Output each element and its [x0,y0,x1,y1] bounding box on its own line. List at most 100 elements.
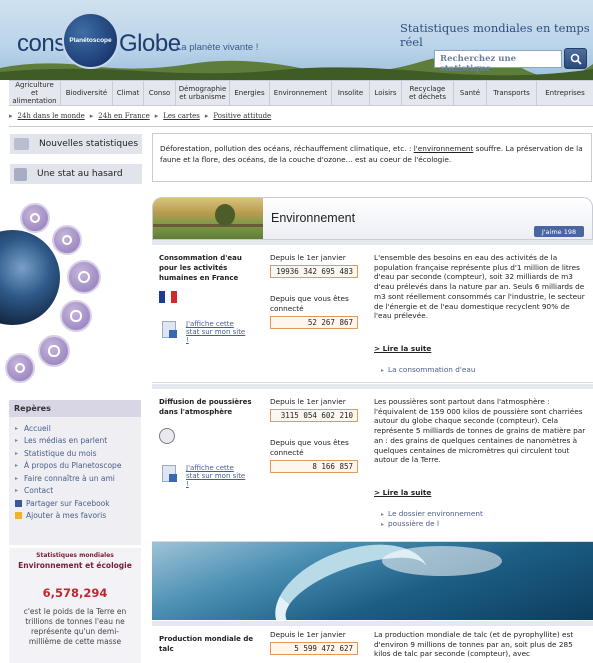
nav-item-energies[interactable]: Energies [230,80,270,106]
logo-text-globe[interactable]: Globe [119,30,181,58]
random-stat-button[interactable]: Une stat au hasard [10,164,142,184]
divider [9,126,593,127]
facebook-like-button[interactable]: J'aime 198 [534,226,584,237]
nav-item-entreprises[interactable]: Entreprises [537,80,593,106]
globe-icon [159,428,175,444]
featured-stat-text: c'est le poids de la Terre en trillions … [23,607,127,646]
arrow-icon: ▸ [89,112,94,120]
globe-icon[interactable] [52,225,82,255]
counter-since-january: 3115 054 602 210 [270,409,358,422]
share-widget[interactable]: J'affiche cette stat sur mon site ! [162,462,252,490]
nav-item-transports[interactable]: Transports [487,80,537,106]
target-icon[interactable] [67,260,101,294]
arrow-icon: ▸ [154,112,159,120]
stat-description: L'ensemble des besoins en eau des activi… [374,253,585,321]
stat-block: Production mondiale de talc Depuis le 1e… [152,621,593,663]
star-icon [15,512,22,520]
intro-text: Déforestation, pollution des océans, réc… [160,144,414,153]
embed-icon [162,465,177,482]
site-header: conso Planétoscope Globe La planète viva… [0,0,593,80]
flower-icon[interactable] [5,353,35,383]
reperes-item-accueil[interactable]: ▸ Accueil [15,422,141,435]
section-title: Environnement [271,211,356,225]
reperes-panel: Repères ▸ Accueil ▸ Les médias en parlent … [9,400,141,545]
environment-header: Environnement J'aime 198 [152,197,593,240]
category-bubbles [0,195,140,390]
main-nav: Agriculture et alimentation Biodiversité… [9,80,593,106]
nav-item-demographie[interactable]: Démographie et urbanisme [176,80,230,106]
share-link[interactable]: J'affiche cette stat sur mon site ! [186,320,248,344]
search-icon [570,53,582,65]
intro-link[interactable]: l'environnement [414,144,474,153]
nav-item-conso[interactable]: Conso [144,80,176,106]
since-connected-label: Depuis que vous êtes connecté [270,438,349,457]
stat-description: La production mondiale de talc (et de py… [374,630,574,659]
france-flag-icon [159,291,177,303]
reperes-item-stat-mois[interactable]: ▸ Statistique du mois [15,447,141,460]
tree-icon[interactable] [38,335,70,367]
nav-item-recyclage[interactable]: Recyclage et déchets [402,80,454,106]
counter-since-connected: 52 267 867 [270,316,358,329]
ocean-wave-banner [152,542,593,620]
nav-item-insolite[interactable]: Insolite [332,80,370,106]
reperes-title: Repères [9,400,141,417]
nav-item-loisirs[interactable]: Loisirs [370,80,402,106]
earth-image [0,230,60,325]
featured-stat-value: 6,578,294 [42,586,108,600]
new-stats-button[interactable]: Nouvelles statistiques [10,134,142,154]
intro-box: Déforestation, pollution des océans, réc… [152,133,592,182]
link-cartes[interactable]: Les cartes [163,112,200,120]
link-24h-france[interactable]: 24h en France [98,112,149,120]
stat-block: Diffusion de poussières dans l'atmosphèr… [152,384,593,542]
nav-item-biodiversite[interactable]: Biodiversité [61,80,113,106]
stat-name[interactable]: Consommation d'eau pour les activités hu… [159,253,259,283]
stat-block: Consommation d'eau pour les activités hu… [152,240,593,383]
dice-icon [14,167,27,181]
read-more-link[interactable]: > Lire la suite [374,488,431,497]
counter-since-connected: 8 166 857 [270,460,358,473]
new-stats-label: Nouvelles statistiques [39,139,139,149]
stat-name[interactable]: Production mondiale de talc [159,634,259,654]
read-more-link[interactable]: > Lire la suite [374,344,431,353]
newspaper-icon [14,138,29,150]
random-stat-label: Une stat au hasard [37,169,123,179]
site-title: Statistiques mondiales en temps réel [400,21,590,49]
nav-item-climat[interactable]: Climat [113,80,144,106]
field-photo [153,198,263,239]
search-button[interactable] [564,48,587,69]
link-positive-attitude[interactable]: Positive attitude [213,112,271,120]
since-connected-label: Depuis que vous êtes connecté [270,294,349,313]
sun-icon[interactable] [20,203,50,233]
arrow-icon: ▸ [9,112,13,120]
stat-description: Les poussières sont partout dans l'atmos… [374,397,586,465]
nav-item-sante[interactable]: Santé [454,80,487,106]
embed-icon [162,321,177,338]
logo-globe[interactable]: Planétoscope [62,12,119,69]
featured-stat-category: Environnement et écologie [18,561,132,570]
reperes-item-facebook[interactable]: Partager sur Facebook [15,497,141,510]
reperes-item-medias[interactable]: ▸ Les médias en parlent [15,435,141,448]
since-january-label: Depuis le 1er janvier [270,397,346,406]
reperes-item-faire-connaitre[interactable]: ▸ Faire connaître à un ami [15,472,141,485]
related-link[interactable]: ▸ Le dossier environnement [381,509,483,518]
tagline: La planète vivante ! [176,42,259,53]
share-link[interactable]: J'affiche cette stat sur mon site ! [186,464,248,488]
quick-links: ▸ 24h dans le monde ▸ 24h en France ▸ Le… [9,110,271,122]
reperes-item-a-propos[interactable]: ▸ À propos du Planetoscope [15,460,141,473]
recycle-icon[interactable] [60,300,92,332]
share-widget[interactable]: J'affiche cette stat sur mon site ! [162,318,252,346]
facebook-icon [15,499,22,507]
featured-stat: Statistiques mondiales Environnement et … [9,548,141,663]
nav-item-environnement[interactable]: Environnement [270,80,332,106]
reperes-item-favoris[interactable]: Ajouter à mes favoris [15,510,141,523]
counter-since-january: 19936 342 695 483 [270,265,358,278]
related-link[interactable]: ▸ La consommation d'eau [381,365,475,374]
related-link[interactable]: ▸ poussière de l [381,519,439,528]
reperes-item-contact[interactable]: ▸ Contact [15,485,141,498]
counter-since-january: 5 599 472 627 [270,642,358,655]
stat-name[interactable]: Diffusion de poussières dans l'atmosphèr… [159,397,259,417]
featured-stat-heading: Statistiques mondiales [36,552,114,559]
link-24h-monde[interactable]: 24h dans le monde [18,112,85,120]
search-input[interactable]: Recherchez une statistique [434,50,562,74]
nav-item-agriculture[interactable]: Agriculture et alimentation [9,80,61,106]
